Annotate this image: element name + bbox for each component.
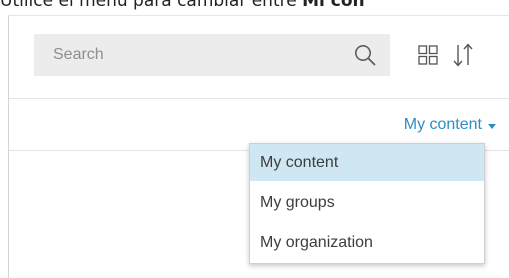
search-box[interactable]: [34, 34, 390, 76]
instruction-caption: Utilice el menú para cambiar entre Mi co…: [0, 0, 509, 11]
menu-item-my-content[interactable]: My content: [250, 144, 484, 181]
grid-view-icon[interactable]: [417, 44, 439, 66]
search-input[interactable]: [34, 34, 344, 76]
content-panel: My content My content My groups My organ…: [8, 15, 509, 278]
content-filter-menu: My content My groups My organization: [249, 143, 485, 264]
caret-down-icon: [488, 123, 496, 129]
content-filter-label: My content: [403, 116, 482, 133]
content-filter-dropdown[interactable]: My content: [404, 116, 496, 134]
menu-item-my-organization[interactable]: My organization: [250, 224, 484, 261]
caption-bold-text: Mi con: [302, 0, 365, 11]
caption-text: Utilice el menú para cambiar entre: [0, 0, 303, 11]
toolbar-divider: [9, 98, 509, 99]
sort-icon[interactable]: [451, 42, 475, 68]
search-icon[interactable]: [353, 43, 377, 67]
menu-item-my-groups[interactable]: My groups: [250, 184, 484, 221]
